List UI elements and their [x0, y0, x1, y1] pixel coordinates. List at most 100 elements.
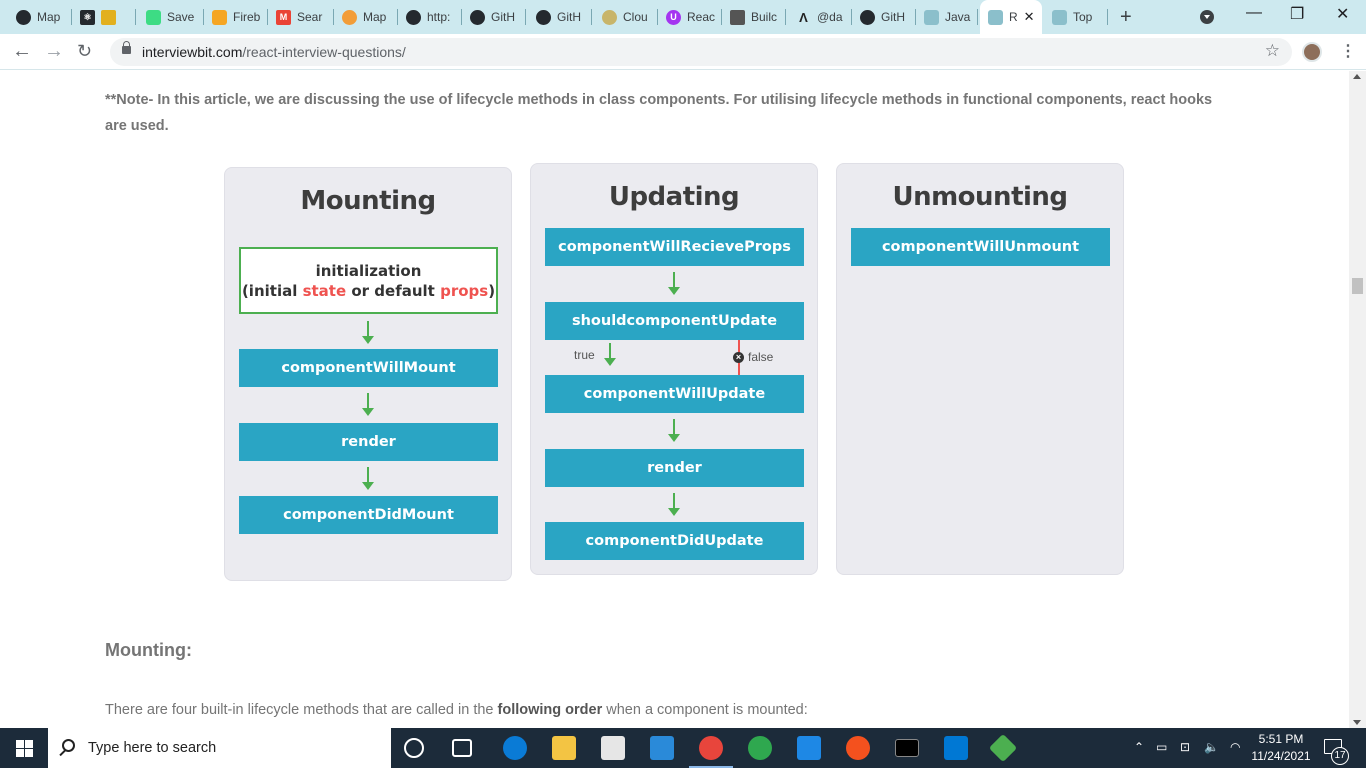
- init-mid: or default: [346, 282, 441, 300]
- store-icon[interactable]: [601, 736, 625, 760]
- page-scrollbar[interactable]: [1349, 71, 1366, 728]
- lock-icon[interactable]: [122, 41, 131, 54]
- caret-icon: Λ: [799, 9, 808, 25]
- unmounting-title: Unmounting: [892, 182, 1068, 212]
- tab-15-active[interactable]: R ✕: [980, 0, 1042, 34]
- tab-7[interactable]: GitH: [470, 6, 526, 28]
- scroll-thumb[interactable]: [1352, 278, 1363, 294]
- vscode-icon[interactable]: [944, 736, 968, 760]
- tab-5[interactable]: Map: [342, 6, 398, 28]
- tab-13[interactable]: GitH: [860, 6, 916, 28]
- new-tab-button[interactable]: +: [1120, 7, 1132, 27]
- wifi-icon[interactable]: ◠: [1230, 740, 1240, 754]
- tab-label: Reac: [687, 10, 716, 24]
- tab-1[interactable]: ⚛: [80, 6, 136, 28]
- para-bold: following order: [497, 702, 603, 718]
- gmail-icon: M: [276, 9, 291, 25]
- interviewbit-icon: [1052, 9, 1067, 25]
- state-word: state: [302, 282, 347, 300]
- tab-label: Sear: [297, 10, 323, 24]
- edge-icon[interactable]: [503, 736, 527, 760]
- postman-icon[interactable]: [846, 736, 870, 760]
- tab-11[interactable]: Builc: [730, 6, 786, 28]
- lifecycle-diagram: Mounting initialization (initial state o…: [224, 163, 1126, 581]
- tab-3[interactable]: Fireb: [212, 6, 268, 28]
- search-placeholder: Type here to search: [88, 740, 217, 756]
- step-componentDidMount: componentDidMount: [239, 496, 498, 534]
- step-componentDidUpdate: componentDidUpdate: [545, 522, 804, 560]
- file-explorer-icon[interactable]: [552, 736, 576, 760]
- close-tab-icon[interactable]: ✕: [1024, 9, 1035, 25]
- step-shouldcomponentUpdate: shouldcomponentUpdate: [545, 302, 804, 340]
- tab-label: GitH: [881, 10, 905, 24]
- notification-count-badge: 17: [1331, 747, 1349, 765]
- volume-icon[interactable]: 🔈: [1204, 740, 1219, 754]
- true-label: true: [574, 348, 595, 362]
- init-pre: (initial: [241, 282, 303, 300]
- url-text[interactable]: interviewbit.com/react-interview-questio…: [142, 44, 406, 60]
- reload-icon[interactable]: ↻: [77, 40, 92, 62]
- tab-4[interactable]: M Sear: [276, 6, 334, 28]
- arrow-down-icon: [362, 467, 374, 490]
- task-view-icon[interactable]: [452, 739, 472, 757]
- firebase-icon: [212, 9, 227, 25]
- forward-arrow-icon[interactable]: →: [44, 40, 64, 62]
- show-hidden-icons-chevron-icon[interactable]: ⌃: [1134, 740, 1144, 754]
- tab-6[interactable]: http:: [406, 6, 462, 28]
- nodejs-icon[interactable]: [988, 733, 1018, 763]
- network-icon[interactable]: ⊡: [1180, 740, 1190, 754]
- terminal-icon[interactable]: [895, 739, 919, 757]
- bookmark-star-icon[interactable]: ☆: [1265, 41, 1280, 61]
- taskbar-clock[interactable]: 5:51 PM 11/24/2021: [1250, 731, 1312, 765]
- cortana-icon[interactable]: [404, 738, 424, 758]
- github-icon: [860, 9, 875, 25]
- tab-label: Map: [363, 10, 387, 24]
- arrow-down-icon: [668, 493, 680, 516]
- chrome-profile-icon[interactable]: [748, 736, 772, 760]
- tab-9[interactable]: Clou: [602, 6, 658, 28]
- tab-label: Save: [167, 10, 195, 24]
- scroll-down-arrow-icon[interactable]: [1353, 720, 1361, 725]
- tab-16[interactable]: Top: [1052, 6, 1108, 28]
- address-bar[interactable]: interviewbit.com/react-interview-questio…: [110, 38, 1292, 66]
- tab-0[interactable]: Map: [16, 6, 72, 28]
- back-arrow-icon[interactable]: ←: [12, 40, 32, 62]
- taskbar-search-input[interactable]: Type here to search: [48, 728, 391, 768]
- mounting-column: Mounting initialization (initial state o…: [224, 167, 512, 581]
- arrow-down-icon: [604, 343, 616, 366]
- interviewbit-icon: [988, 9, 1003, 25]
- minimize-button[interactable]: —: [1246, 4, 1262, 22]
- step-componentWillUnmount: componentWillUnmount: [851, 228, 1110, 266]
- tab-search-icon[interactable]: [1200, 10, 1214, 24]
- tab-strip: Map ⚛ Save Fireb M Sear Map http: GitH Gi…: [0, 0, 1366, 34]
- cloud-icon: [146, 9, 161, 25]
- tab-10[interactable]: U Reac: [666, 6, 722, 28]
- chrome-icon[interactable]: [699, 736, 723, 760]
- scroll-up-arrow-icon[interactable]: [1353, 74, 1361, 79]
- tab-12[interactable]: Λ @da: [796, 6, 852, 28]
- video-editor-icon[interactable]: [797, 736, 821, 760]
- windows-start-icon[interactable]: [16, 740, 33, 757]
- arrow-down-icon: [362, 321, 374, 344]
- close-window-button[interactable]: ✕: [1336, 4, 1349, 24]
- step-componentWillUpdate: componentWillUpdate: [545, 375, 804, 413]
- windows-taskbar: Type here to search ⌃ ▭ ⊡ 🔈 ◠ 5:51 PM 11…: [0, 728, 1366, 768]
- mail-icon[interactable]: [650, 736, 674, 760]
- udemy-icon: U: [666, 9, 681, 25]
- false-label: false: [748, 350, 774, 364]
- restore-button[interactable]: ❐: [1290, 4, 1304, 24]
- step-componentWillMount: componentWillMount: [239, 349, 498, 387]
- tab-8[interactable]: GitH: [536, 6, 592, 28]
- profile-avatar[interactable]: [1302, 42, 1322, 62]
- battery-icon[interactable]: ▭: [1156, 740, 1167, 754]
- tab-label: Builc: [751, 10, 778, 24]
- step-render-mount: render: [239, 423, 498, 461]
- tab-label: GitH: [557, 10, 581, 24]
- browser-toolbar: ← → ↻ interviewbit.com/react-interview-q…: [0, 34, 1366, 70]
- tab-14[interactable]: Java: [924, 6, 978, 28]
- step-componentWillRecieveProps: componentWillRecieveProps: [545, 228, 804, 266]
- menu-kebab-icon[interactable]: ⋮: [1340, 41, 1356, 61]
- section-heading-mounting: Mounting:: [105, 640, 192, 660]
- tab-2[interactable]: Save: [146, 6, 204, 28]
- init-post: ): [488, 282, 496, 300]
